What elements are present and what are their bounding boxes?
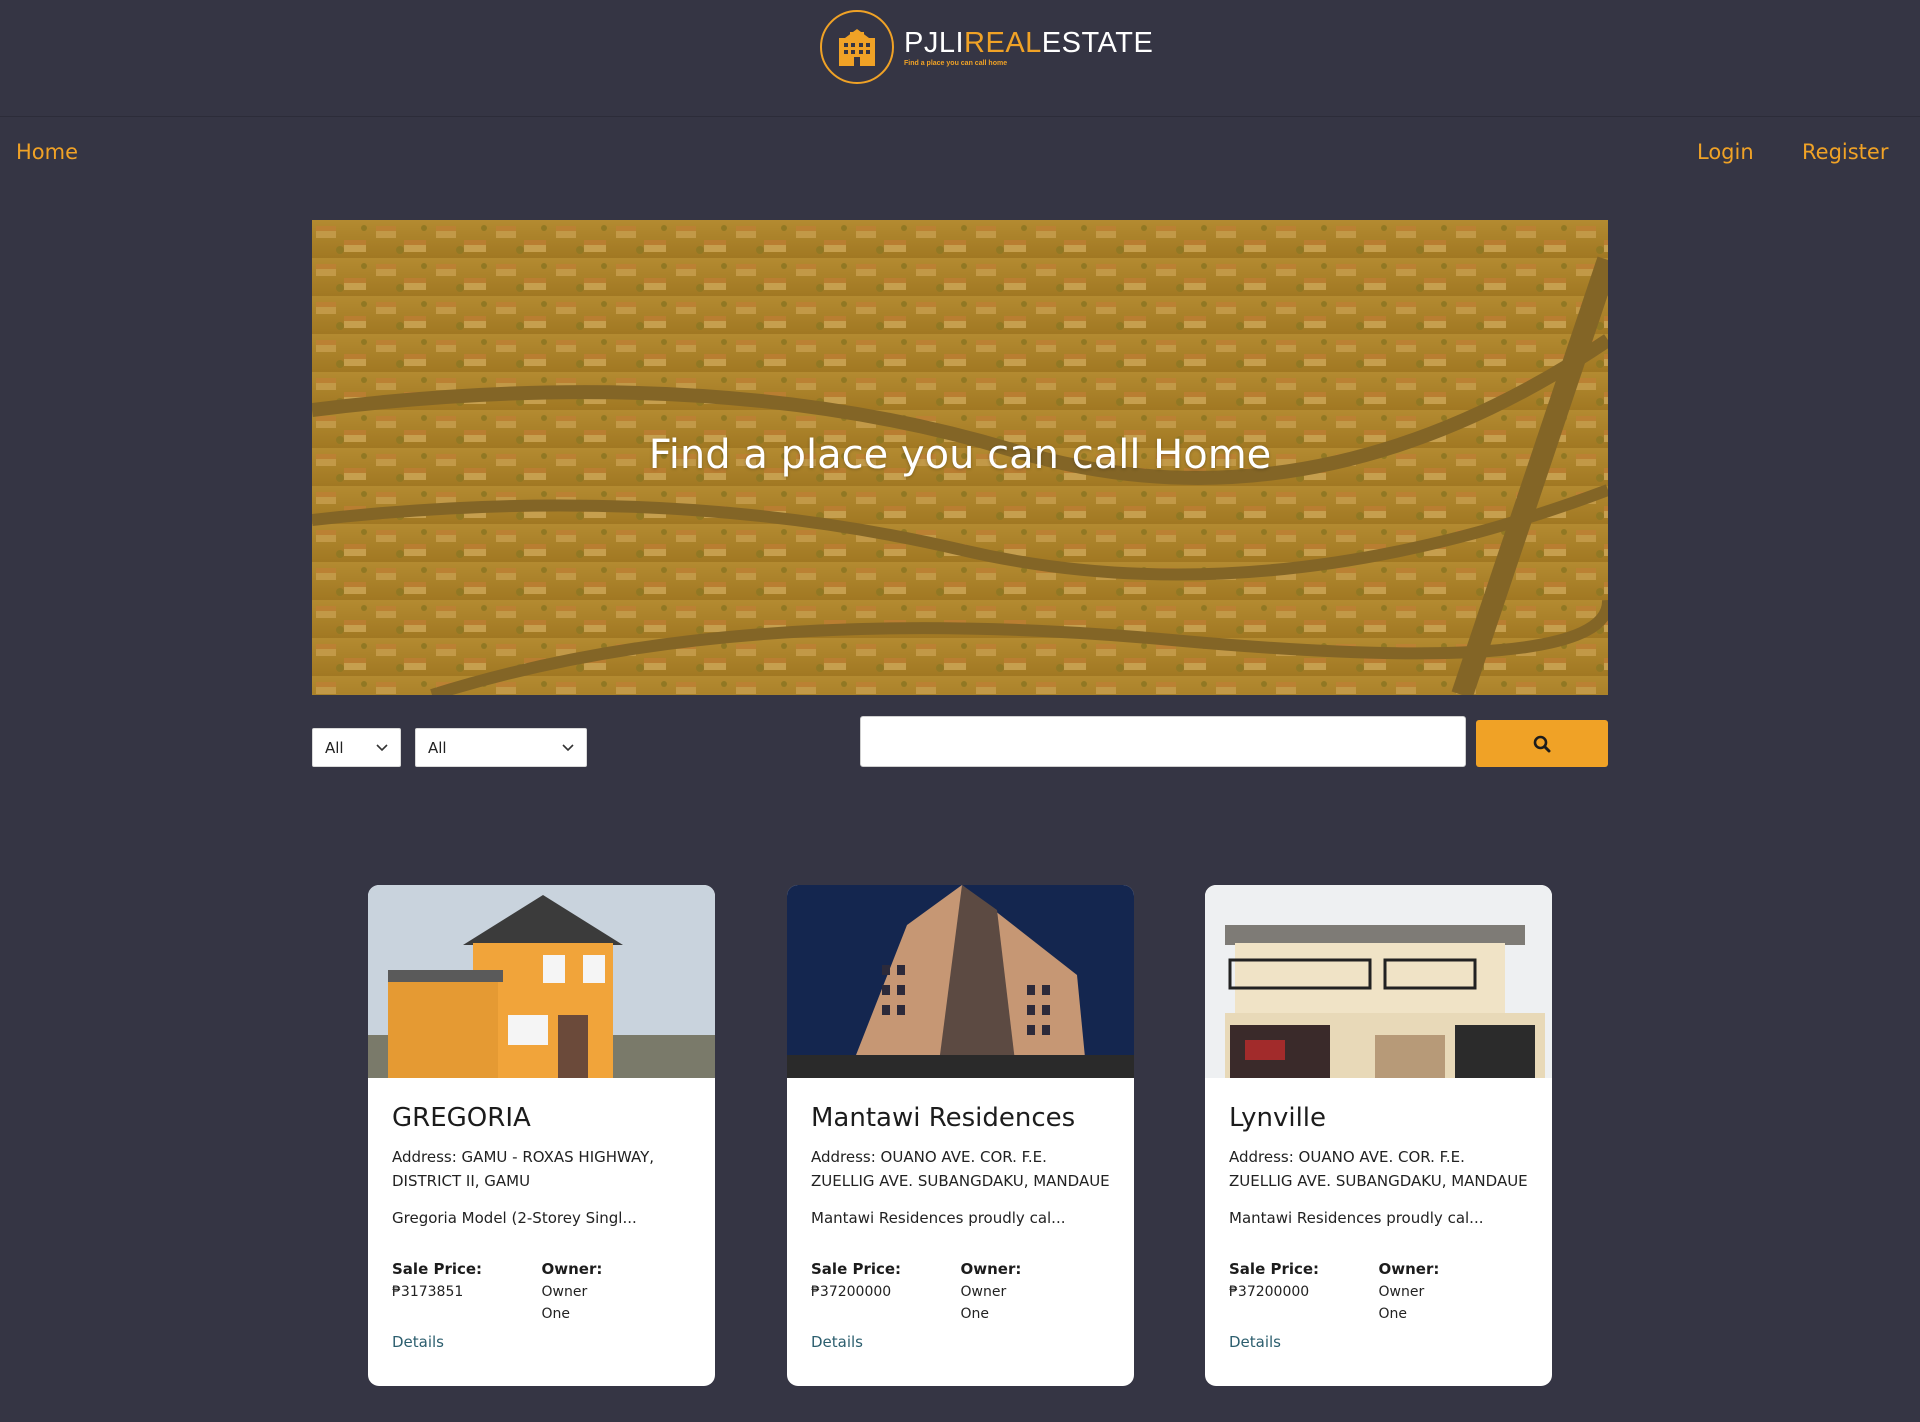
header: PJLIREALESTATE Find a place you can call… <box>0 0 1920 117</box>
search-icon <box>1533 735 1551 752</box>
property-description: Gregoria Model (2-Storey Singl... <box>392 1209 637 1227</box>
search-button[interactable] <box>1476 720 1608 767</box>
price-label: Sale Price: <box>811 1260 902 1278</box>
site-logo[interactable]: PJLIREALESTATE Find a place you can call… <box>820 10 1153 84</box>
property-description: Mantawi Residences proudly cal... <box>811 1209 1066 1227</box>
property-title: Mantawi Residences <box>811 1103 1076 1133</box>
chevron-down-icon <box>562 743 574 751</box>
nav-login-link[interactable]: Login <box>1697 140 1754 164</box>
chevron-down-icon <box>376 743 388 751</box>
property-owner: Owner One <box>960 1284 1007 1322</box>
property-card[interactable]: GREGORIA Address: GAMU - ROXAS HIGHWAY, … <box>368 885 715 1386</box>
property-price: ₱37200000 <box>1229 1284 1310 1300</box>
price-label: Sale Price: <box>392 1260 483 1278</box>
owner-label: Owner: <box>541 1260 603 1278</box>
property-address: Address: OUANO AVE. COR. F.E. ZUELLIG AV… <box>811 1148 1110 1190</box>
property-image <box>787 885 1134 1078</box>
brand-name-part2: REAL <box>964 26 1042 59</box>
brand-name-part3: ESTATE <box>1041 26 1154 59</box>
nav-register-link[interactable]: Register <box>1802 140 1888 164</box>
filter-select-1-value: All <box>325 738 344 757</box>
building-icon <box>820 10 894 84</box>
property-title: Lynville <box>1229 1103 1327 1133</box>
hero-title: Find a place you can call Home <box>648 432 1272 478</box>
hero-banner: Find a place you can call Home <box>312 220 1608 695</box>
owner-label: Owner: <box>1378 1260 1440 1278</box>
property-description: Mantawi Residences proudly cal... <box>1229 1209 1484 1227</box>
brand-name: PJLIREALESTATE <box>904 28 1153 58</box>
brand-tagline: Find a place you can call home <box>904 59 1008 67</box>
brand-name-part1: PJLI <box>904 26 965 59</box>
property-price: ₱37200000 <box>811 1284 892 1300</box>
property-card[interactable]: Mantawi Residences Address: OUANO AVE. C… <box>787 885 1134 1386</box>
filter-select-2-value: All <box>428 738 447 757</box>
property-details-link[interactable]: Details <box>392 1333 444 1351</box>
filter-select-2[interactable]: All <box>415 728 587 767</box>
property-address: Address: GAMU - ROXAS HIGHWAY, DISTRICT … <box>392 1148 655 1190</box>
property-details-link[interactable]: Details <box>811 1333 863 1351</box>
property-details-link[interactable]: Details <box>1229 1333 1281 1351</box>
property-owner: Owner One <box>541 1284 588 1322</box>
search-input[interactable] <box>860 716 1466 767</box>
property-price: ₱3173851 <box>392 1284 464 1300</box>
property-address: Address: OUANO AVE. COR. F.E. ZUELLIG AV… <box>1229 1148 1528 1190</box>
property-title: GREGORIA <box>392 1103 531 1133</box>
price-label: Sale Price: <box>1229 1260 1320 1278</box>
property-image <box>368 885 715 1078</box>
filter-select-1[interactable]: All <box>312 728 401 767</box>
nav-home-link[interactable]: Home <box>16 140 78 164</box>
owner-label: Owner: <box>960 1260 1022 1278</box>
property-owner: Owner One <box>1378 1284 1425 1322</box>
property-image <box>1205 885 1552 1078</box>
property-card[interactable]: Lynville Address: OUANO AVE. COR. F.E. Z… <box>1205 885 1552 1386</box>
